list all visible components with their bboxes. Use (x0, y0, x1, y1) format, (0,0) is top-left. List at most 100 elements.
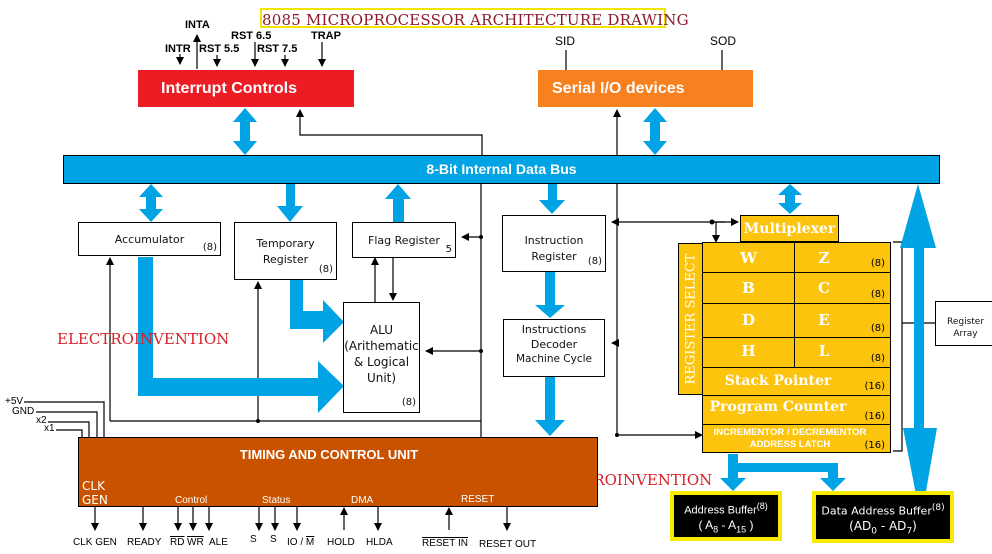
signal-sod: SOD (710, 34, 737, 48)
timing-control-title: TIMING AND CONTROL UNIT (239, 447, 419, 462)
bus-arrow-mux (778, 184, 802, 214)
flag-register-label: Flag Register (368, 234, 440, 247)
serial-io-label: Serial I/O devices (552, 79, 685, 97)
interrupt-feedback-line (296, 109, 483, 155)
interrupt-controls-label: Interrupt Controls (161, 79, 297, 97)
signal-rst65: RST 6.5 (231, 30, 272, 42)
register-array: W Z (8) B C (8) D E (8) H L (8) Stack Po… (702, 242, 891, 453)
accumulator-label: Accumulator (114, 233, 185, 246)
incdec-bits: (16) (864, 440, 885, 451)
signal-inta: INTA (185, 19, 210, 31)
pin-reset-in: RESET IN (422, 538, 468, 549)
multiplexer-box: Multiplexer (740, 215, 839, 242)
serial-io-block: Serial I/O devices (538, 70, 753, 107)
bus-arrow-temp (277, 184, 303, 222)
alu-line2: (Arithematic (344, 339, 419, 353)
internal-data-bus: 8-Bit Internal Data Bus (63, 155, 940, 184)
pin-ale: ALE (209, 537, 228, 548)
pin-s0: S (250, 534, 257, 545)
pin-hold: HOLD (327, 537, 355, 548)
accumulator-box: Accumulator (8) (78, 222, 221, 256)
pin-io-m: IO / M (287, 537, 315, 548)
register-select-label: REGISTER SELECT (683, 253, 698, 385)
decoder-line1: Instructions (521, 323, 587, 336)
ir-line1: Instruction (524, 234, 584, 247)
address-buffer-label: Address Buffer (684, 504, 757, 517)
gen-label: GEN (82, 493, 108, 507)
decoder-line3: Machine Cycle (516, 353, 592, 365)
latch-arrow-buffers (720, 454, 846, 491)
signal-rst75: RST 7.5 (257, 43, 298, 55)
bus-arrow-accumulator (139, 184, 163, 222)
address-buffer: Address Buffer(8) ( A8 - A15 ) (670, 491, 782, 541)
interrupt-controls-block: Interrupt Controls (138, 70, 354, 107)
register-wz-bits: (8) (870, 258, 885, 269)
flag-arrow-bus (385, 184, 411, 222)
incrementor-decrementor-latch: INCREMENTOR / DECREMENTOR ADDRESS LATCH … (703, 425, 890, 453)
accumulator-bits: (8) (202, 242, 217, 253)
pin-clk-gen: CLK GEN (73, 537, 117, 548)
signal-rst55: RST 5.5 (199, 43, 240, 55)
alu-line4: Unit) (366, 371, 397, 385)
clock-x1-label: x1 (44, 423, 55, 434)
pin-hlda: HLDA (366, 537, 393, 548)
signal-trap: TRAP (311, 30, 341, 42)
temp-register-line1: Temporary (256, 237, 315, 250)
ir-arrow-decoder (535, 272, 565, 318)
register-de-bits: (8) (870, 323, 885, 334)
register-z: Z (818, 249, 830, 267)
stack-pointer-label: Stack Pointer (724, 373, 832, 389)
stack-pointer: Stack Pointer (16) (703, 368, 890, 396)
temporary-register-box: Temporary Register (8) (234, 222, 337, 280)
clk-label: CLK (82, 479, 105, 493)
signal-intr: INTR (165, 43, 191, 55)
stack-pointer-bits: (16) (864, 381, 885, 392)
bus-arrow-address (900, 184, 937, 520)
register-array-label-box: Register Array (935, 301, 992, 346)
instruction-decoder-box: Instructions Decoder Machine Cycle (503, 319, 605, 377)
instruction-register-box: Instruction Register (8) (502, 215, 606, 272)
pin-rd: RD (170, 537, 185, 548)
program-counter: Program Counter (16) (703, 396, 890, 425)
incdec-line1: INCREMENTOR / DECREMENTOR (713, 427, 867, 438)
data-bus-label: 8-Bit Internal Data Bus (426, 161, 577, 177)
program-counter-bits: (16) (864, 411, 885, 422)
bus-arrow-ir (539, 184, 565, 214)
watermark-left: ELECTROINVENTION (57, 330, 230, 348)
multiplexer-label: Multiplexer (743, 221, 836, 237)
register-e: E (818, 311, 830, 329)
group-control: Control (175, 495, 208, 506)
register-array-line1: Register (946, 317, 985, 327)
register-select-box: REGISTER SELECT (678, 243, 703, 395)
pin-wr: WR (187, 537, 204, 548)
temp-register-bits: (8) (318, 264, 333, 275)
pin-reset-out: RESET OUT (479, 539, 537, 550)
decoder-line2: Decoder (530, 338, 578, 351)
program-counter-label: Program Counter (709, 399, 847, 415)
flag-register-box: Flag Register 5 (352, 222, 456, 258)
register-hl-bits: (8) (870, 353, 885, 364)
pin-ready: READY (127, 537, 162, 548)
ir-bits: (8) (587, 256, 602, 267)
alu-box: ALU (Arithematic & Logical Unit) (8) (343, 302, 420, 413)
flag-register-bits: 5 (445, 244, 452, 255)
register-h: H (741, 342, 756, 360)
timing-control-unit: TIMING AND CONTROL UNIT CLK GEN Control … (78, 437, 598, 507)
group-reset: RESET (461, 494, 495, 505)
register-pairs: W Z (8) B C (8) D E (8) H L (8) (703, 243, 890, 368)
data-address-buffer-label: Data Address Buffer (821, 504, 932, 518)
group-dma: DMA (351, 495, 374, 506)
register-w: W (740, 249, 757, 267)
decoder-arrow-timing (535, 377, 565, 436)
bus-arrow-serial (643, 108, 667, 155)
register-c: C (818, 279, 830, 297)
alu-line1: ALU (369, 323, 394, 337)
register-array-line2: Array (953, 329, 978, 339)
data-address-buffer: Data Address Buffer(8) (AD0 - AD7) (812, 491, 954, 543)
bus-arrow-interrupt (233, 108, 257, 155)
register-l: L (818, 342, 830, 360)
alu-bits: (8) (401, 397, 416, 408)
register-b: B (742, 279, 755, 297)
temp-arrow-alu (290, 280, 344, 343)
register-bc-bits: (8) (870, 289, 885, 300)
